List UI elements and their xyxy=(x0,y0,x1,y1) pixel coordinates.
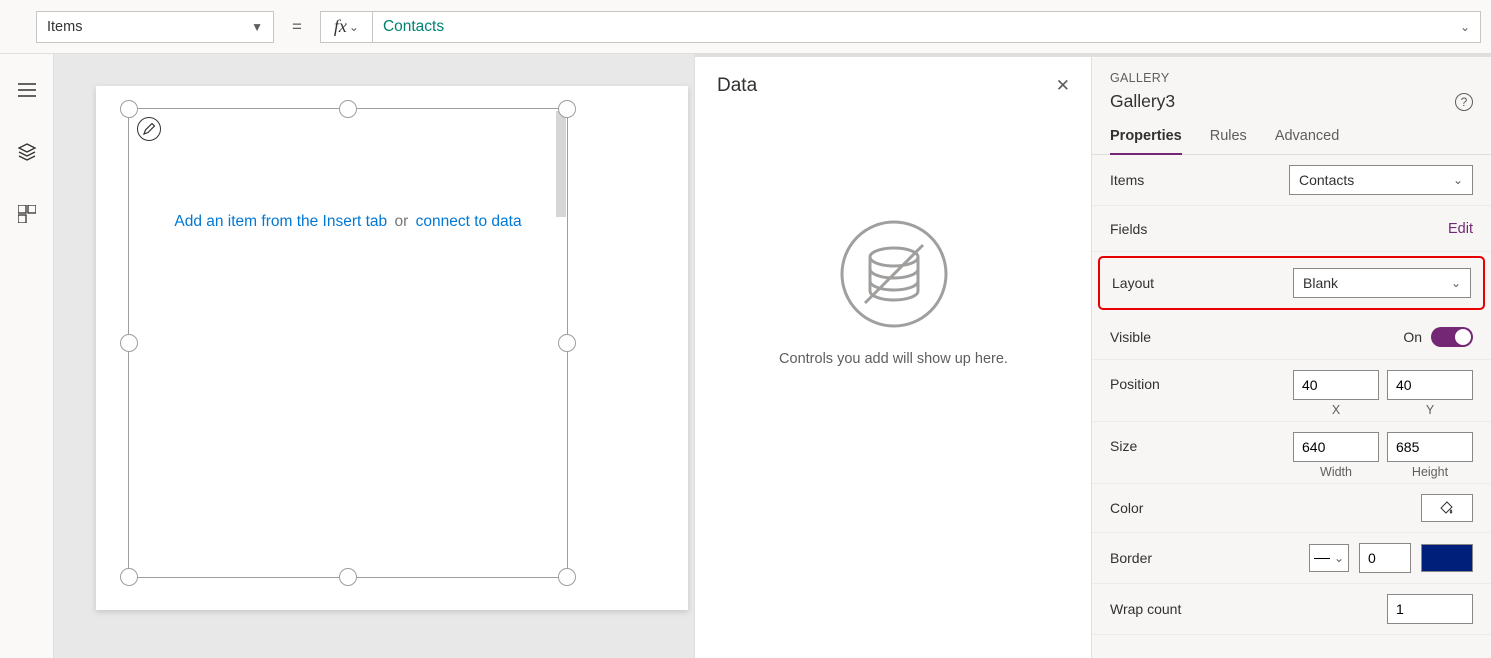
sublabel: Height xyxy=(1412,465,1448,479)
items-value: Contacts xyxy=(1299,172,1354,188)
pencil-icon[interactable] xyxy=(137,117,161,141)
fx-button[interactable]: fx ⌄ xyxy=(320,11,372,43)
canvas-area: Add an item from the Insert tab or conne… xyxy=(54,54,1491,658)
prop-label: Size xyxy=(1110,432,1137,454)
border-color-swatch[interactable] xyxy=(1421,544,1473,572)
sublabel: Width xyxy=(1320,465,1352,479)
chevron-down-icon: ▼ xyxy=(251,20,263,34)
gallery-empty-message: Add an item from the Insert tab or conne… xyxy=(129,213,567,231)
insert-tab-link[interactable]: Add an item from the Insert tab xyxy=(174,213,387,230)
tab-properties[interactable]: Properties xyxy=(1110,128,1182,155)
prop-row-position: Position X Y xyxy=(1092,360,1491,422)
scrollbar-thumb[interactable] xyxy=(556,111,566,217)
property-selector[interactable]: Items ▼ xyxy=(36,11,274,43)
hamburger-menu-icon[interactable] xyxy=(15,78,39,102)
properties-tabs: Properties Rules Advanced xyxy=(1092,116,1491,155)
chevron-down-icon: ⌄ xyxy=(1453,173,1463,187)
resize-handle[interactable] xyxy=(120,334,138,352)
gallery-selection[interactable]: Add an item from the Insert tab or conne… xyxy=(128,108,568,578)
border-style-dropdown[interactable]: ⌄ xyxy=(1309,544,1349,572)
size-width-input[interactable] xyxy=(1293,432,1379,462)
chevron-down-icon: ⌄ xyxy=(1451,276,1461,290)
size-height-input[interactable] xyxy=(1387,432,1473,462)
prop-row-color: Color xyxy=(1092,484,1491,533)
resize-handle[interactable] xyxy=(120,568,138,586)
control-name[interactable]: Gallery3 xyxy=(1110,91,1175,112)
wrap-count-input[interactable] xyxy=(1387,594,1473,624)
prop-label: Visible xyxy=(1110,329,1151,345)
layout-value: Blank xyxy=(1303,275,1338,291)
chevron-down-icon: ⌄ xyxy=(349,20,359,34)
left-rail xyxy=(0,54,54,658)
sublabel: X xyxy=(1332,403,1340,417)
tab-advanced[interactable]: Advanced xyxy=(1275,128,1340,154)
chevron-down-icon: ⌄ xyxy=(1460,20,1470,34)
data-panel-empty-text: Controls you add will show up here. xyxy=(717,351,1070,367)
prop-row-visible: Visible On xyxy=(1092,314,1491,360)
or-separator: or xyxy=(395,213,409,230)
prop-row-layout: Layout Blank ⌄ xyxy=(1098,256,1485,310)
items-dropdown[interactable]: Contacts ⌄ xyxy=(1289,165,1473,195)
database-slash-icon xyxy=(839,219,949,329)
paint-bucket-icon xyxy=(1440,501,1454,515)
resize-handle[interactable] xyxy=(558,100,576,118)
color-picker-button[interactable] xyxy=(1421,494,1473,522)
border-width-input[interactable] xyxy=(1359,543,1411,573)
toggle-state: On xyxy=(1403,329,1422,345)
resize-handle[interactable] xyxy=(120,100,138,118)
prop-row-wrap-count: Wrap count xyxy=(1092,584,1491,635)
help-icon[interactable]: ? xyxy=(1455,93,1473,111)
prop-row-size: Size Width Height xyxy=(1092,422,1491,484)
prop-label: Border xyxy=(1110,550,1152,566)
components-icon[interactable] xyxy=(15,202,39,226)
formula-bar: Items ▼ = fx ⌄ Contacts ⌄ xyxy=(0,0,1491,54)
formula-text: Contacts xyxy=(383,18,444,36)
layers-icon[interactable] xyxy=(15,140,39,164)
sublabel: Y xyxy=(1426,403,1434,417)
fields-edit-link[interactable]: Edit xyxy=(1448,221,1473,237)
prop-row-items: Items Contacts ⌄ xyxy=(1092,155,1491,206)
prop-row-fields: Fields Edit xyxy=(1092,206,1491,252)
position-x-input[interactable] xyxy=(1293,370,1379,400)
resize-handle[interactable] xyxy=(558,334,576,352)
property-selector-label: Items xyxy=(47,19,82,35)
formula-input[interactable]: Contacts ⌄ xyxy=(372,11,1481,43)
prop-label: Wrap count xyxy=(1110,601,1181,617)
equals-sign: = xyxy=(292,17,302,37)
close-icon[interactable]: ✕ xyxy=(1056,76,1070,96)
chevron-down-icon: ⌄ xyxy=(1334,551,1344,565)
prop-label: Position xyxy=(1110,370,1160,392)
app-canvas[interactable]: Add an item from the Insert tab or conne… xyxy=(96,86,688,610)
fx-icon: fx xyxy=(334,16,347,37)
prop-label: Color xyxy=(1110,500,1143,516)
prop-label: Items xyxy=(1110,172,1144,188)
layout-dropdown[interactable]: Blank ⌄ xyxy=(1293,268,1471,298)
control-category: GALLERY xyxy=(1110,71,1473,85)
properties-panel: GALLERY Gallery3 ? Properties Rules Adva… xyxy=(1091,54,1491,658)
data-panel: Data ✕ Controls you add will show up her… xyxy=(694,54,1092,658)
prop-row-border: Border ⌄ xyxy=(1092,533,1491,584)
connect-data-link[interactable]: connect to data xyxy=(416,213,522,230)
visible-toggle[interactable]: On xyxy=(1403,327,1473,347)
tab-rules[interactable]: Rules xyxy=(1210,128,1247,154)
resize-handle[interactable] xyxy=(339,100,357,118)
prop-label: Fields xyxy=(1110,221,1147,237)
prop-label: Layout xyxy=(1112,275,1154,291)
resize-handle[interactable] xyxy=(558,568,576,586)
data-panel-title: Data xyxy=(717,75,757,97)
position-y-input[interactable] xyxy=(1387,370,1473,400)
resize-handle[interactable] xyxy=(339,568,357,586)
